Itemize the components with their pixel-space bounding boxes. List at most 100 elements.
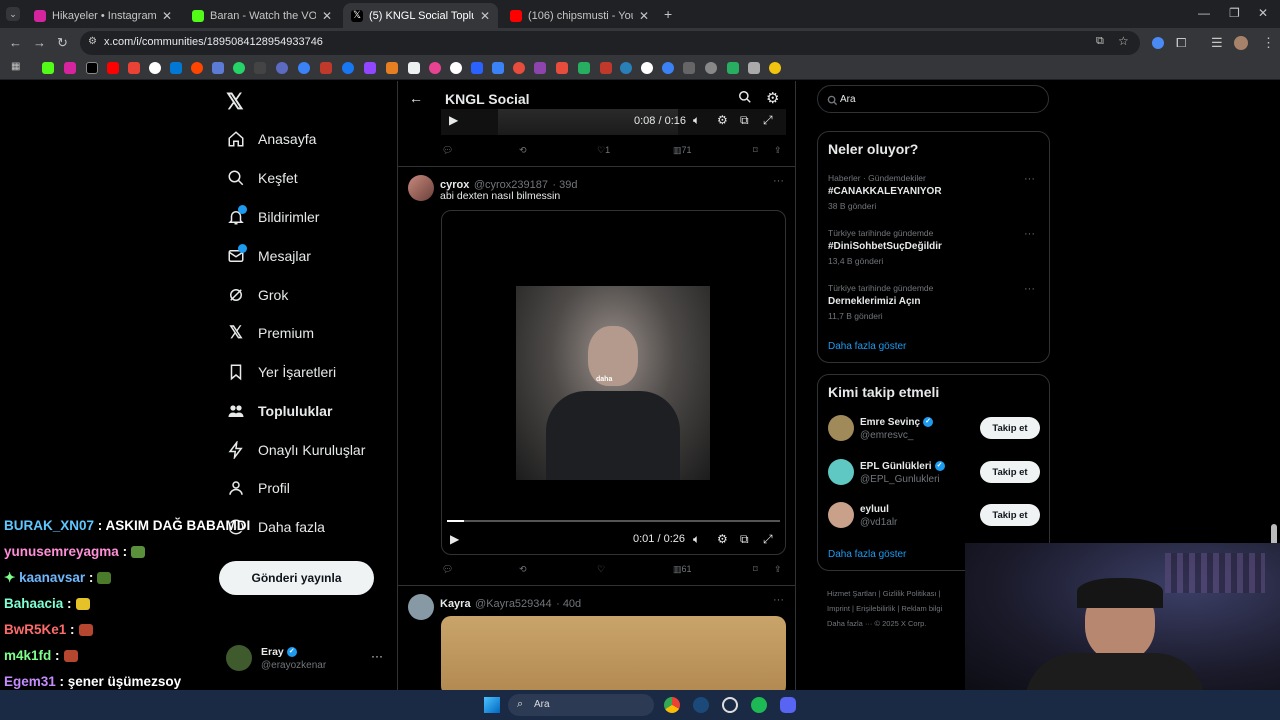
minimize-icon[interactable]: — — [1198, 6, 1210, 20]
bookmark-icon[interactable] — [662, 62, 674, 74]
bookmark-kick-icon[interactable] — [42, 62, 54, 74]
post-button[interactable]: Gönderi yayınla — [219, 561, 374, 595]
chrome-icon[interactable] — [664, 697, 680, 713]
trend-more-icon[interactable]: ··· — [1024, 283, 1035, 295]
reply-icon[interactable]: 💬︎ — [442, 145, 453, 156]
trend-item[interactable]: Haberler · Gündemdekiler #CANAKKALEYANIY… — [828, 173, 1043, 211]
x-logo-icon[interactable]: 𝕏 — [226, 89, 244, 115]
more-dots-icon[interactable]: ··· — [371, 649, 383, 663]
tab-x-community[interactable]: 𝕏 (5) KNGL Social Topluluk / X ✕ — [343, 3, 498, 28]
trends-show-more-link[interactable]: Daha fazla göster — [828, 341, 906, 352]
windows-start-icon[interactable] — [484, 697, 500, 713]
bookmark-icon[interactable] — [748, 62, 760, 74]
bookmark-icon[interactable] — [683, 62, 695, 74]
bookmark-icon[interactable] — [408, 62, 420, 74]
close-icon[interactable]: ✕ — [480, 9, 490, 23]
pip-icon[interactable]: ⧉ — [740, 113, 749, 128]
footer-link[interactable]: Reklam bilgi — [901, 604, 942, 613]
bookmark-icon[interactable] — [600, 62, 612, 74]
post-media[interactable] — [441, 616, 786, 690]
repost-icon[interactable]: ⟲ — [519, 564, 527, 575]
bookmark-icon[interactable] — [513, 62, 525, 74]
bookmark-icon[interactable] — [212, 62, 224, 74]
bookmark-gmail-icon[interactable] — [128, 62, 140, 74]
fullscreen-icon[interactable]: ⤢ — [763, 532, 773, 547]
settings-icon[interactable]: ⚙ — [717, 113, 728, 127]
bookmark-icon[interactable]: ⌑ — [753, 145, 758, 156]
app-icon[interactable] — [722, 697, 738, 713]
reading-list-icon[interactable]: ☰ — [1211, 35, 1223, 51]
follow-button[interactable]: Takip et — [980, 461, 1040, 483]
bookmark-icon[interactable] — [254, 62, 266, 74]
trend-item[interactable]: Türkiye tarihinde gündemde #DiniSohbetSu… — [828, 228, 1043, 266]
post-more-icon[interactable]: ··· — [773, 594, 784, 606]
bookmark-youtube-icon[interactable] — [107, 62, 119, 74]
window-close-icon[interactable]: ✕ — [1258, 6, 1268, 20]
bookmark-twitch-icon[interactable] — [364, 62, 376, 74]
discord-icon[interactable] — [780, 697, 796, 713]
bookmark-x-icon[interactable] — [86, 62, 98, 74]
play-icon[interactable]: ▶ — [449, 113, 458, 127]
volume-icon[interactable]: 🔈︎ — [693, 532, 700, 547]
nav-home[interactable]: Anasayfa — [226, 124, 316, 154]
tab-search-button[interactable]: ⌄ — [6, 7, 20, 21]
bookmark-google-icon[interactable] — [149, 62, 161, 74]
apps-grid-icon[interactable]: ▦ — [11, 61, 23, 73]
taskbar-search[interactable]: ⌕ Ara — [508, 694, 654, 716]
trend-more-icon[interactable]: ··· — [1024, 228, 1035, 240]
menu-kebab-icon[interactable]: ⋮ — [1262, 35, 1275, 51]
bookmark-icon[interactable]: ⌑ — [753, 564, 758, 575]
forward-icon[interactable]: → — [33, 35, 46, 50]
tab-youtube[interactable]: (106) chipsmusti - YouTube ✕ — [502, 3, 657, 28]
settings-gear-icon[interactable]: ⚙ — [766, 89, 779, 107]
back-icon[interactable]: ← — [9, 35, 22, 50]
avatar[interactable] — [408, 175, 434, 201]
tab-instagram[interactable]: Hikayeler • Instagram ✕ — [26, 3, 180, 28]
follow-button[interactable]: Takip et — [980, 504, 1040, 526]
like-icon[interactable]: ♡ — [597, 564, 605, 575]
settings-icon[interactable]: ⚙ — [717, 532, 728, 546]
nav-bookmarks[interactable]: Yer İşaretleri — [226, 357, 336, 387]
bookmark-icon[interactable] — [450, 62, 462, 74]
trend-more-icon[interactable]: ··· — [1024, 173, 1035, 185]
nav-messages[interactable]: Mesajlar — [226, 241, 311, 271]
bookmark-instagram-icon[interactable] — [64, 62, 76, 74]
close-icon[interactable]: ✕ — [162, 9, 172, 23]
video-player-top[interactable]: ▶ 0:08 / 0:16 🔈︎ ⚙ ⧉ ⤢ — [441, 109, 786, 135]
post-time[interactable]: · 40d — [556, 598, 581, 610]
reload-icon[interactable]: ↻ — [57, 35, 68, 51]
footer-link[interactable]: Erişilebilirlik — [856, 604, 895, 613]
bookmark-icon[interactable] — [492, 62, 504, 74]
fullscreen-icon[interactable]: ⤢ — [763, 113, 773, 128]
bookmark-reddit-icon[interactable] — [191, 62, 203, 74]
volume-icon[interactable]: 🔈︎ — [693, 113, 700, 128]
author-handle[interactable]: @Kayra529344 — [475, 598, 552, 610]
views-count[interactable]: ▥ 71 — [673, 145, 692, 156]
bookmark-whatsapp-icon[interactable] — [233, 62, 245, 74]
follow-suggestion[interactable]: eyluul @vd1alr Takip et — [828, 502, 1043, 532]
bookmark-icon[interactable] — [471, 62, 483, 74]
bookmark-icon[interactable] — [641, 62, 653, 74]
star-icon[interactable]: ☆ — [1118, 34, 1129, 48]
bookmark-facebook-icon[interactable] — [342, 62, 354, 74]
profile-avatar-icon[interactable] — [1234, 36, 1248, 50]
maximize-icon[interactable]: ❐ — [1229, 6, 1240, 20]
avatar[interactable] — [408, 594, 434, 620]
install-icon[interactable]: ⧉ — [1096, 35, 1104, 48]
footer-link[interactable]: Hizmet Şartları — [827, 589, 877, 598]
search-input[interactable]: Ara — [817, 85, 1049, 113]
footer-more-link[interactable]: Daha fazla ··· — [827, 619, 872, 628]
footer-link[interactable]: Imprint — [827, 604, 850, 613]
follow-suggestion[interactable]: Emre Sevinç ✓ @emresvc_ Takip et — [828, 415, 1043, 445]
video-player[interactable]: daha ▶ 0:01 / 0:26 🔈︎ ⚙ ⧉ ⤢ — [441, 210, 786, 555]
trend-item[interactable]: Türkiye tarihinde gündemde Derneklerimiz… — [828, 283, 1043, 321]
bookmark-icon[interactable] — [429, 62, 441, 74]
nav-communities[interactable]: Topluluklar — [226, 396, 332, 426]
follow-suggestion[interactable]: EPL Günlükleri ✓ @EPL_Gunlukleri Takip et — [828, 459, 1043, 489]
new-tab-button[interactable]: + — [664, 6, 672, 22]
address-bar[interactable]: ⚙ x.com/i/communities/189508412895493374… — [80, 31, 1140, 55]
bookmark-icon[interactable] — [320, 62, 332, 74]
bookmark-icon[interactable] — [705, 62, 717, 74]
footer-link[interactable]: Gizlilik Politikası — [883, 589, 937, 598]
tab-kick[interactable]: Baran - Watch the VOD on Kick ✕ — [184, 3, 340, 28]
